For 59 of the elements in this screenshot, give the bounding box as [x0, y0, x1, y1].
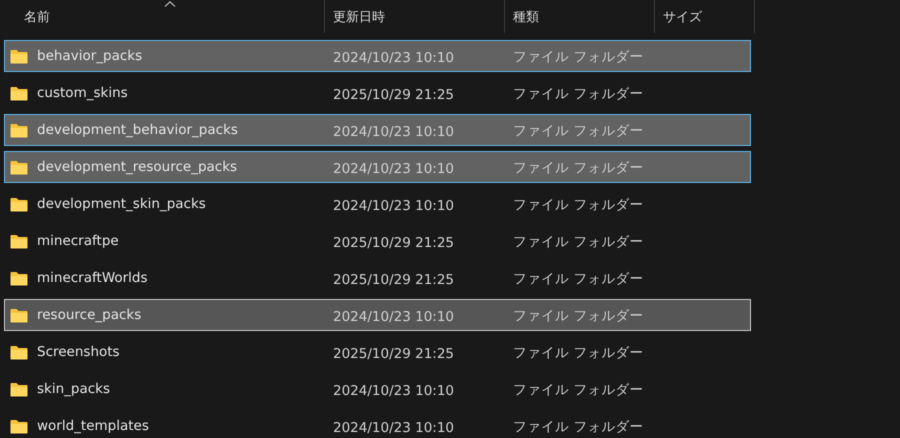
file-row[interactable]: development_behavior_packs 2024/10/23 10:10 ファイル フォルダー	[4, 114, 751, 146]
folder-icon	[10, 270, 28, 286]
file-type: ファイル フォルダー	[513, 123, 644, 139]
file-row[interactable]: Screenshots 2025/10/29 21:25 ファイル フォルダー	[4, 336, 751, 368]
file-name: minecraftWorlds	[37, 270, 148, 286]
folder-icon	[10, 344, 28, 360]
file-name: behavior_packs	[37, 48, 142, 64]
file-type: ファイル フォルダー	[513, 345, 644, 361]
file-name: development_resource_packs	[37, 159, 238, 175]
file-row[interactable]: minecraftWorlds 2025/10/29 21:25 ファイル フォルダー	[4, 262, 751, 294]
modified-date: 2024/10/23 10:10	[333, 124, 454, 140]
folder-icon	[10, 86, 28, 100]
file-type: ファイル フォルダー	[513, 419, 644, 435]
file-row[interactable]: behavior_packs 2024/10/23 10:10 ファイル フォルダー	[4, 40, 751, 72]
modified-date: 2024/10/23 10:10	[333, 420, 454, 436]
modified-date: 2024/10/23 10:10	[333, 198, 454, 214]
file-type: ファイル フォルダー	[513, 308, 644, 324]
file-row[interactable]: world_templates 2024/10/23 10:10 ファイル フォルダー	[4, 410, 751, 438]
file-row[interactable]: custom_skins 2025/10/29 21:25 ファイル フォルダー	[4, 77, 751, 109]
file-name: minecraftpe	[37, 233, 119, 249]
modified-date: 2025/10/29 21:25	[333, 346, 454, 362]
folder-icon	[10, 308, 28, 322]
column-header[interactable]: 名前	[24, 8, 50, 26]
column-header[interactable]: 種類	[513, 8, 539, 26]
file-row[interactable]: minecraftpe 2025/10/29 21:25 ファイル フォルダー	[4, 225, 751, 257]
modified-date: 2024/10/23 10:10	[333, 160, 454, 176]
folder-icon	[10, 122, 28, 138]
file-name: resource_packs	[37, 307, 142, 323]
file-row[interactable]: development_resource_packs 2024/10/23 10:10 ファイル フォルダー	[4, 151, 751, 183]
file-row[interactable]: skin_packs 2024/10/23 10:10 ファイル フォルダー	[4, 373, 751, 405]
file-type: ファイル フォルダー	[513, 382, 644, 398]
folder-icon	[10, 382, 28, 396]
file-type: ファイル フォルダー	[513, 160, 644, 176]
file-row[interactable]: development_skin_packs 2024/10/23 10:10 ファイル フォルダー	[4, 188, 751, 220]
file-row[interactable]: resource_packs 2024/10/23 10:10 ファイル フォルダー	[4, 299, 751, 331]
modified-date: 2024/10/23 10:10	[333, 382, 454, 398]
modified-date: 2024/10/23 10:10	[333, 50, 454, 66]
folder-icon	[10, 160, 28, 174]
folder-icon	[10, 48, 28, 64]
file-type: ファイル フォルダー	[513, 197, 644, 213]
file-name: Screenshots	[37, 344, 120, 360]
file-name: development_skin_packs	[37, 196, 206, 212]
modified-date: 2024/10/23 10:10	[333, 308, 454, 324]
file-type: ファイル フォルダー	[513, 234, 644, 250]
column-header[interactable]: サイズ	[663, 8, 702, 26]
modified-date: 2025/10/29 21:25	[333, 86, 454, 102]
modified-date: 2025/10/29 21:25	[333, 272, 454, 288]
folder-icon	[10, 234, 28, 248]
folder-icon	[10, 418, 28, 434]
column-header[interactable]: 更新日時	[333, 8, 385, 26]
folder-icon	[10, 196, 28, 212]
file-name: skin_packs	[37, 381, 110, 397]
modified-date: 2025/10/29 21:25	[333, 234, 454, 250]
file-type: ファイル フォルダー	[513, 49, 644, 65]
file-type: ファイル フォルダー	[513, 271, 644, 287]
file-name: development_behavior_packs	[37, 122, 238, 138]
file-name: custom_skins	[37, 85, 128, 101]
file-name: world_templates	[37, 418, 149, 434]
file-type: ファイル フォルダー	[513, 86, 644, 102]
